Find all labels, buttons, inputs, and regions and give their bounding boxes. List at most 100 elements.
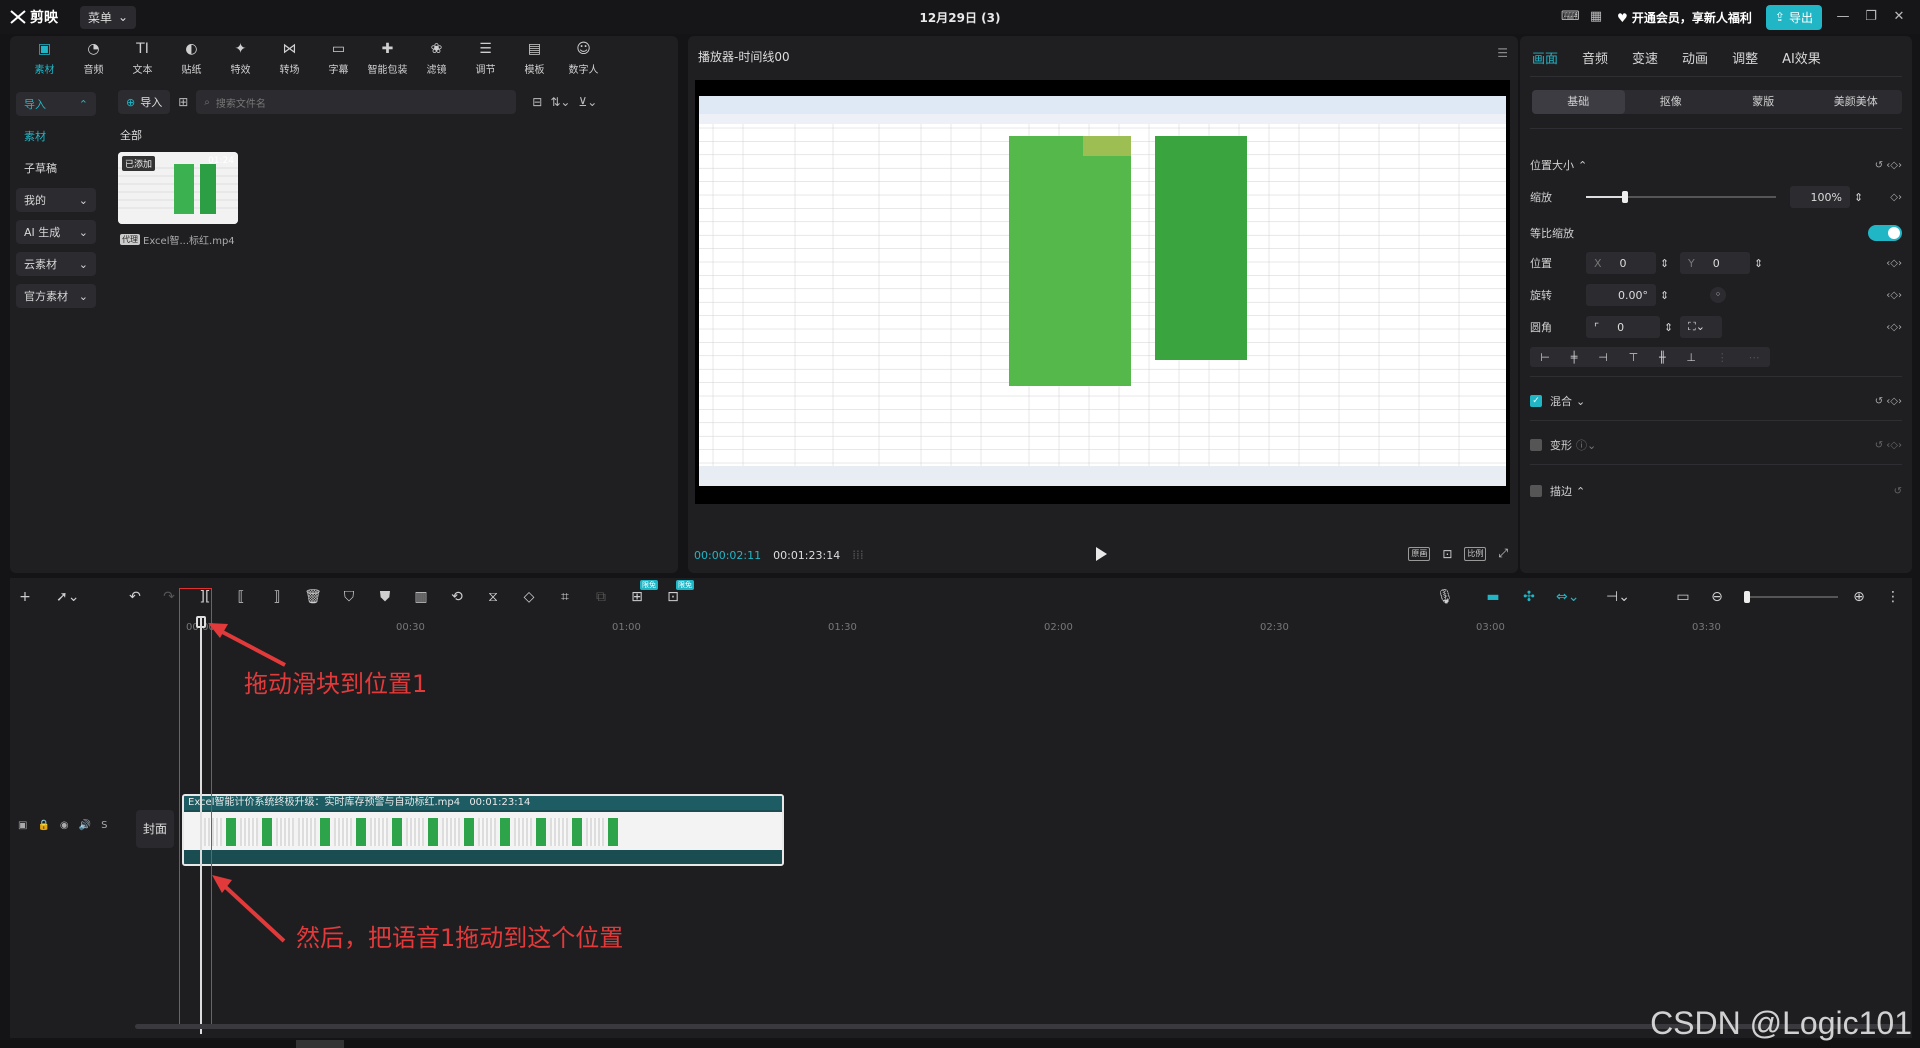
- rotate-dial-icon[interactable]: ◦: [1710, 287, 1726, 303]
- scale-input[interactable]: 100%: [1790, 186, 1850, 208]
- mirror-icon[interactable]: ⧖: [484, 588, 502, 606]
- menu-button[interactable]: 菜单 ⌄: [80, 5, 137, 29]
- play-icon[interactable]: [1094, 546, 1108, 562]
- keyframe-controls[interactable]: ‹◇›: [1886, 258, 1902, 269]
- chevron-down-icon[interactable]: ⌄: [1576, 395, 1585, 408]
- align-bottom-icon[interactable]: ⊥: [1686, 351, 1696, 364]
- original-quality-button[interactable]: 原画: [1408, 546, 1431, 561]
- sort-icon[interactable]: ⇅⌄: [550, 95, 570, 109]
- tool-transition[interactable]: ⋈ 转场: [265, 40, 314, 80]
- stepper-icon[interactable]: ⇕: [1660, 289, 1669, 302]
- delete-icon[interactable]: 🗑: [304, 588, 322, 606]
- more-icon[interactable]: ⋮: [1884, 588, 1902, 606]
- volume-icon[interactable]: 🔊: [79, 820, 91, 831]
- sidebar-item-material[interactable]: 素材: [16, 124, 96, 148]
- time-ruler[interactable]: 00:00 00:30 01:00 01:30 02:00 02:30 03:0…: [10, 616, 1912, 640]
- uniform-scale-toggle[interactable]: [1868, 225, 1902, 241]
- keyframe-controls[interactable]: ↺ ‹◇›: [1875, 396, 1902, 407]
- scale-slider-handle[interactable]: [1622, 191, 1628, 203]
- view-mode-icon[interactable]: ⊟: [532, 95, 542, 109]
- fullscreen-icon[interactable]: ⤢: [1498, 546, 1508, 561]
- track-toggle-icon[interactable]: ▣: [18, 820, 27, 831]
- split-left-icon[interactable]: ⟦: [232, 588, 250, 606]
- tool-smart-package[interactable]: ✚ 智能包装: [363, 40, 412, 80]
- solo-icon[interactable]: S: [101, 820, 107, 831]
- position-x-input[interactable]: X0: [1586, 252, 1656, 274]
- subtab-matting[interactable]: 抠像: [1625, 90, 1718, 114]
- cover-button[interactable]: 封面: [136, 810, 174, 848]
- align-middle-icon[interactable]: ╫: [1659, 351, 1666, 364]
- smart-enhance-icon[interactable]: ⊡: [664, 588, 682, 606]
- split-right-icon[interactable]: ⟧: [268, 588, 286, 606]
- marker-icon[interactable]: ⛊: [376, 588, 394, 606]
- position-y-input[interactable]: Y0: [1680, 252, 1750, 274]
- restore-icon[interactable]: ❐: [1864, 10, 1878, 24]
- deform-checkbox[interactable]: [1530, 439, 1542, 451]
- timeline-grid-icon[interactable]: ⁞⁞⁞: [852, 548, 863, 562]
- tab-audio[interactable]: 音频: [1582, 48, 1608, 67]
- chevron-up-icon[interactable]: ⌃: [1578, 159, 1587, 172]
- lock-icon[interactable]: 🔒: [37, 820, 49, 831]
- close-icon[interactable]: ✕: [1892, 10, 1906, 24]
- microphone-icon[interactable]: 🎙: [1436, 588, 1454, 606]
- eye-icon[interactable]: ◉: [60, 820, 69, 831]
- subtitle-view-icon[interactable]: ⌨: [1561, 10, 1580, 24]
- stroke-checkbox[interactable]: [1530, 485, 1542, 497]
- zoom-slider[interactable]: [1744, 591, 1838, 603]
- grid-icon[interactable]: ⊞: [178, 95, 188, 109]
- stepper-icon[interactable]: ⇕: [1660, 257, 1669, 270]
- select-tool-icon[interactable]: ➚⌄: [56, 588, 79, 606]
- video-clip[interactable]: Excel智能计价系统终极升级：实时库存预警与自动标红.mp4 00:01:23…: [182, 794, 784, 866]
- auto-snap-icon[interactable]: ✣: [1520, 588, 1538, 606]
- corner-input[interactable]: ⌜ 0: [1586, 316, 1660, 338]
- tool-filter[interactable]: ❀ 滤镜: [412, 40, 461, 80]
- keyframe-controls[interactable]: ‹◇›: [1886, 322, 1902, 333]
- align-center-icon[interactable]: ╪: [1571, 351, 1578, 364]
- keyframe-controls[interactable]: ◇›: [1890, 192, 1902, 203]
- blend-checkbox[interactable]: ✓: [1530, 395, 1542, 407]
- undo-icon[interactable]: ↶: [126, 588, 144, 606]
- tab-ai-effects[interactable]: AI效果: [1782, 48, 1821, 67]
- corner-mode-select[interactable]: ⛶⌄: [1680, 316, 1722, 338]
- export-button[interactable]: ⇪ 导出: [1765, 4, 1822, 30]
- tab-animation[interactable]: 动画: [1682, 48, 1708, 67]
- freeze-icon[interactable]: ▥: [412, 588, 430, 606]
- main-track-magnet-icon[interactable]: ▬: [1484, 588, 1502, 606]
- zoom-slider-handle[interactable]: [1744, 591, 1750, 603]
- linkage-icon[interactable]: ⇔⌄: [1556, 588, 1579, 606]
- layout-icon[interactable]: ▦: [1589, 10, 1603, 24]
- screenshot-icon[interactable]: ⊡: [1442, 547, 1452, 561]
- add-track-icon[interactable]: +: [16, 588, 34, 606]
- align-left-icon[interactable]: ⊢: [1540, 351, 1550, 364]
- search-input[interactable]: ⌕ 搜索文件名: [196, 90, 517, 114]
- keyframe-controls[interactable]: ↺ ‹◇›: [1875, 160, 1902, 171]
- tool-template[interactable]: ▤ 模板: [510, 40, 559, 80]
- subtab-basic[interactable]: 基础: [1532, 90, 1625, 114]
- stepper-icon[interactable]: ⇕: [1754, 257, 1763, 270]
- zoom-in-icon[interactable]: ⊕: [1850, 588, 1868, 606]
- tool-effects[interactable]: ✦ 特效: [216, 40, 265, 80]
- marker-add-icon[interactable]: ⛉: [340, 588, 358, 606]
- sidebar-item-mine[interactable]: 我的 ⌄: [16, 188, 96, 212]
- vip-banner[interactable]: ♥ 开通会员，享新人福利: [1617, 9, 1752, 26]
- media-thumbnail[interactable]: 已添加 01:24: [118, 152, 238, 224]
- align-top-icon[interactable]: ⊤: [1629, 351, 1639, 364]
- import-button[interactable]: ⊕ 导入: [118, 90, 171, 114]
- player-menu-icon[interactable]: ☰: [1497, 46, 1508, 60]
- rotate-input[interactable]: 0.00°: [1586, 284, 1656, 306]
- tool-subtitle[interactable]: ▭ 字幕: [314, 40, 363, 80]
- video-preview[interactable]: [695, 80, 1510, 504]
- subtab-mask[interactable]: 蒙版: [1717, 90, 1810, 114]
- tool-text[interactable]: TI 文本: [118, 40, 167, 80]
- keyframe-controls[interactable]: ↺ ‹◇›: [1875, 440, 1902, 451]
- keyframe-controls[interactable]: ‹◇›: [1886, 290, 1902, 301]
- sidebar-item-ai[interactable]: AI 生成 ⌄: [16, 220, 96, 244]
- align-right-icon[interactable]: ⊣: [1598, 351, 1608, 364]
- timeline-horizontal-scrollbar[interactable]: [135, 1024, 1905, 1029]
- smart-cut-icon[interactable]: ⊞: [628, 588, 646, 606]
- reverse-icon[interactable]: ⟲: [448, 588, 466, 606]
- zoom-out-icon[interactable]: ⊖: [1708, 588, 1726, 606]
- filter-dropdown-icon[interactable]: ⊻⌄: [578, 95, 597, 109]
- preview-axis-icon[interactable]: ⊣⌄: [1606, 588, 1630, 606]
- minimize-icon[interactable]: —: [1836, 10, 1850, 24]
